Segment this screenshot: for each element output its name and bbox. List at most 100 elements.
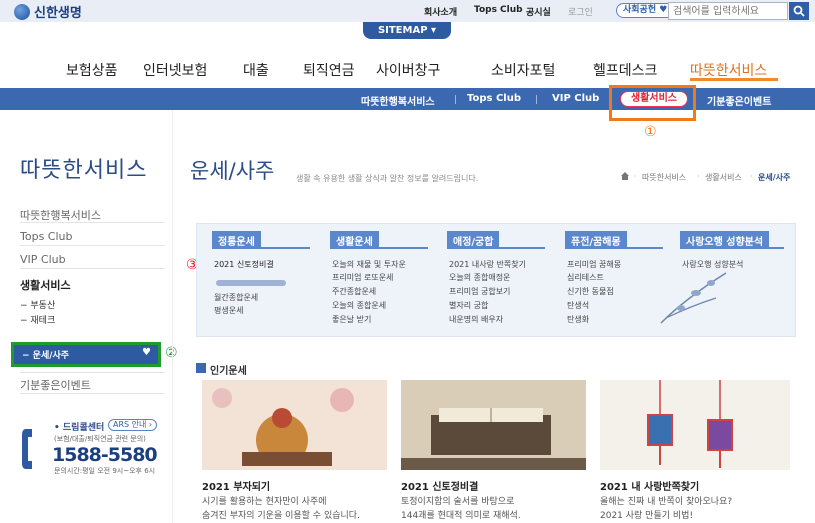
sidebar-item-vip-club[interactable]: VIP Club (20, 253, 66, 266)
category-header-love[interactable]: 애정/궁합 (447, 231, 500, 248)
card-description: 시기를 활용하는 현자만이 사주에 (202, 497, 327, 507)
sidebar-subitem-real-estate[interactable]: − 부동산 (20, 298, 55, 311)
page-description: 생활 속 유용한 생활 상식과 알찬 정보를 알려드립니다. (296, 174, 479, 183)
card-image-love[interactable] (600, 380, 790, 470)
gnb-active-underline (690, 78, 778, 81)
subnav-separator (455, 95, 456, 104)
category-header-traditional[interactable]: 정통운세 (212, 231, 261, 248)
gnb-item-warm-service[interactable]: 따뜻한서비스 (690, 60, 767, 80)
page-title: 운세/사주 (190, 159, 275, 183)
category-underline (565, 247, 663, 249)
scroll-illustration (216, 280, 286, 286)
sidebar-divider (20, 372, 165, 373)
sidebar-item-fortune-label: − 운세/사주 (22, 351, 70, 361)
category-link[interactable]: 탄생석 (567, 300, 589, 311)
breadcrumb-current: 운세/사주 (758, 173, 791, 182)
gnb-item-insurance[interactable]: 보험상품 (66, 60, 118, 80)
gnb-item-help-desk[interactable]: 헬프데스크 (593, 60, 657, 80)
util-link-disclosure[interactable]: 공시실 (526, 5, 551, 18)
popular-section-title: 인기운세 (210, 366, 247, 377)
card-title[interactable]: 2021 내 사랑반쪽찾기 (600, 478, 699, 493)
subnav-item-happy-service[interactable]: 따뜻한행복서비스 (361, 93, 435, 108)
category-header-life[interactable]: 생활운세 (330, 231, 379, 248)
sidebar-divider (20, 222, 165, 223)
sidebar-subitem-finance[interactable]: − 재테크 (20, 313, 55, 326)
subnav-item-vip-club[interactable]: VIP Club (552, 93, 599, 104)
category-link[interactable]: 오늘의 종합운세 (332, 300, 386, 311)
category-link[interactable]: 내운명의 배우자 (449, 314, 503, 325)
category-underline (680, 247, 784, 249)
call-center-note: (보험/대출/퇴직연금 관련 문의) (54, 435, 146, 443)
callout-1: ① (644, 124, 657, 140)
gnb-item-consumer-portal[interactable]: 소비자포털 (491, 60, 555, 80)
social-contribution-button[interactable]: 사회공헌 ♥ (616, 3, 675, 18)
category-link[interactable]: 탄생화 (567, 314, 589, 325)
category-link[interactable]: 심리테스트 (567, 272, 604, 283)
subnav-item-tops-club[interactable]: Tops Club (467, 93, 521, 104)
sidebar-divider (20, 393, 165, 394)
gnb-item-pension[interactable]: 퇴직연금 (303, 60, 355, 80)
category-header-fusion[interactable]: 퓨전/꿈해몽 (565, 231, 627, 248)
category-link[interactable]: 프리미엄 꿈해몽 (567, 259, 621, 270)
search-input[interactable] (668, 2, 788, 20)
util-link-login[interactable]: 로그인 (568, 5, 593, 18)
ars-guide-button[interactable]: ARS 안내 › (108, 419, 158, 431)
subnav-separator (536, 95, 537, 104)
search-button[interactable] (789, 2, 809, 20)
phone-icon (22, 429, 32, 469)
brand-logo[interactable]: 신한생명 (14, 2, 82, 21)
category-underline (330, 247, 428, 249)
gnb-item-loan[interactable]: 대출 (243, 60, 269, 80)
category-link[interactable]: 월간종합운세 (214, 292, 258, 303)
category-header-saju-analysis[interactable]: 사랑오행 성향분석 (680, 231, 770, 248)
util-link-tops-club[interactable]: Tops Club (474, 5, 523, 15)
category-link[interactable]: 프리미엄 로또운세 (332, 272, 393, 283)
sidebar-item-happy-service[interactable]: 따뜻한행복서비스 (20, 207, 101, 223)
card-title[interactable]: 2021 신토정비결 (401, 478, 478, 493)
sidebar-title: 따뜻한서비스 (20, 158, 148, 183)
sidebar-item-life-service[interactable]: 생활서비스 (20, 277, 71, 293)
page: 신한생명 회사소개 Tops Club 공시실 로그인 사회공헌 ♥ SITEM… (0, 0, 815, 523)
category-underline (212, 247, 310, 249)
breadcrumb-separator: · (697, 172, 700, 181)
sidebar-item-event[interactable]: 기분좋은이벤트 (20, 377, 91, 393)
category-underline (447, 247, 545, 249)
category-link[interactable]: 별자리 궁합 (449, 300, 488, 311)
card-image-wealth[interactable] (202, 380, 387, 470)
util-link-company[interactable]: 회사소개 (424, 5, 457, 18)
card-image-tojeong[interactable] (401, 380, 586, 470)
card-description: 토정이지함의 술서를 바탕으로 (401, 497, 515, 507)
highlight-box-orange (609, 85, 696, 121)
category-link[interactable]: 프리미엄 궁합보기 (449, 286, 510, 297)
category-link[interactable]: 2021 내사랑 반쪽찾기 (449, 259, 526, 270)
sidebar-divider (20, 245, 165, 246)
breadcrumb-separator: · (634, 172, 637, 181)
card-title[interactable]: 2021 부자되기 (202, 478, 270, 493)
sidebar-divider (20, 268, 165, 269)
category-link[interactable]: 좋은날 받기 (332, 314, 371, 325)
home-icon[interactable] (620, 171, 630, 181)
popular-section-icon (196, 363, 206, 373)
category-link[interactable]: 신기한 동물점 (567, 286, 614, 297)
breadcrumb-item[interactable]: 생활서비스 (705, 172, 742, 183)
category-link[interactable]: 주간종합운세 (332, 286, 376, 297)
breadcrumb-item[interactable]: 따뜻한서비스 (642, 172, 686, 183)
call-center-title: • 드림콜센터 (54, 423, 105, 433)
breadcrumb-separator: · (750, 172, 753, 181)
call-center-phone: 1588-5580 (52, 444, 158, 466)
orchid-illustration (660, 272, 727, 324)
search-icon (793, 5, 805, 17)
category-link[interactable]: 오늘의 재물 및 투자운 (332, 259, 406, 270)
sidebar-item-tops-club[interactable]: Tops Club (20, 230, 72, 243)
category-link[interactable]: 평생운세 (214, 305, 243, 316)
card-description: 숨겨진 부자의 기운을 이용할 수 있습니다. (202, 511, 360, 521)
subnav-item-event[interactable]: 기분좋은이벤트 (707, 93, 771, 108)
heart-icon: ♥ (142, 347, 151, 358)
category-link[interactable]: 오늘의 종합애정운 (449, 272, 510, 283)
gnb-item-cyber-window[interactable]: 사이버창구 (376, 60, 440, 80)
sitemap-button[interactable]: SITEMAP ▾ (363, 22, 451, 39)
gnb-item-internet-insurance[interactable]: 인터넷보험 (143, 60, 207, 80)
logo-text: 신한생명 (34, 6, 82, 21)
call-center-hours: 문의시간:평일 오전 9시~오후 6시 (54, 467, 156, 475)
category-link[interactable]: 2021 신토정비결 (214, 259, 274, 270)
